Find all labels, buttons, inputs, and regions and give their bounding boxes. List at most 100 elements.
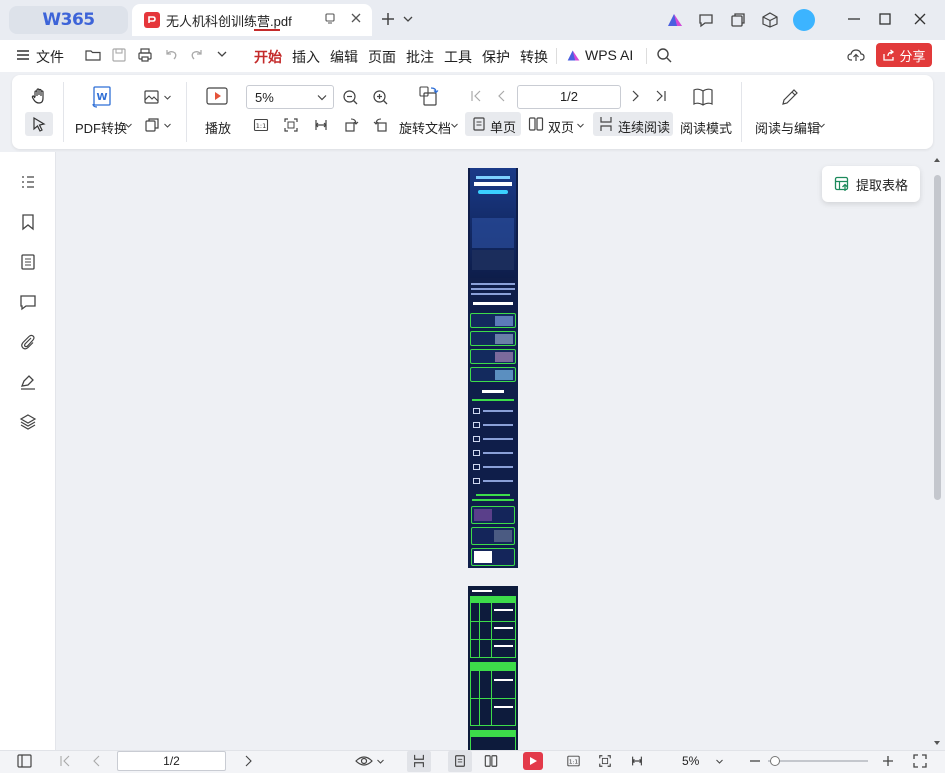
chat-icon[interactable]: [697, 11, 715, 29]
eye-protection-icon[interactable]: [355, 754, 373, 768]
document-page-2[interactable]: [468, 586, 518, 754]
window-copy-icon[interactable]: [729, 11, 747, 29]
zoom-select[interactable]: 5%: [246, 85, 334, 109]
menu-page[interactable]: 页面: [368, 47, 396, 67]
minimize-window-icon[interactable]: [846, 11, 862, 27]
image-convert-chevron-icon[interactable]: [164, 95, 171, 100]
zoom-slider-knob[interactable]: [770, 756, 780, 766]
status-single-page-icon[interactable]: [453, 754, 467, 768]
document-tab[interactable]: 无人机科创训练营.pdf: [132, 4, 372, 36]
minimize-tab-icon[interactable]: [324, 12, 336, 24]
eye-protection-chevron-icon[interactable]: [377, 759, 384, 764]
menu-file[interactable]: 文件: [36, 47, 64, 67]
status-fit-width-icon[interactable]: [630, 754, 644, 768]
hand-tool-icon[interactable]: [30, 87, 48, 105]
read-mode-label[interactable]: 阅读模式: [680, 118, 732, 137]
redo-icon[interactable]: [189, 47, 205, 63]
scroll-up-arrow-icon[interactable]: [933, 157, 941, 163]
status-previous-page-icon[interactable]: [91, 755, 103, 767]
previous-page-icon[interactable]: [495, 89, 509, 103]
layers-icon[interactable]: [18, 412, 38, 432]
open-folder-icon[interactable]: [85, 47, 101, 63]
menu-protect[interactable]: 保护: [482, 47, 510, 67]
copy-pages-icon[interactable]: [143, 116, 161, 134]
last-page-icon[interactable]: [654, 89, 668, 103]
double-page-label[interactable]: 双页: [548, 117, 574, 136]
double-page-icon[interactable]: [528, 116, 544, 132]
menu-convert[interactable]: 转换: [520, 47, 548, 67]
status-double-page-icon[interactable]: [484, 754, 498, 768]
menu-wps-ai[interactable]: WPS AI: [585, 47, 633, 63]
save-icon[interactable]: [111, 47, 127, 63]
status-zoom-out-icon[interactable]: [748, 754, 762, 768]
outline-list-icon[interactable]: [18, 172, 38, 192]
pdf-convert-chevron-icon[interactable]: [125, 123, 132, 128]
status-zoom-chevron-icon[interactable]: [716, 759, 723, 764]
rotate-document-icon[interactable]: [418, 85, 440, 107]
image-convert-icon[interactable]: [143, 88, 161, 106]
bookmark-icon[interactable]: [18, 212, 38, 232]
status-play-button[interactable]: [523, 752, 543, 770]
zoom-in-icon[interactable]: [372, 89, 389, 106]
signature-pen-icon[interactable]: [18, 372, 38, 392]
quick-access-chevron-icon[interactable]: [217, 50, 227, 58]
read-edit-chevron-icon[interactable]: [818, 123, 825, 128]
menu-insert[interactable]: 插入: [292, 47, 320, 67]
status-actual-size-icon[interactable]: 1:1: [566, 754, 581, 768]
zoom-slider-track[interactable]: [768, 760, 868, 762]
play-icon[interactable]: [206, 87, 228, 107]
thumbnail-icon[interactable]: [18, 252, 38, 272]
single-page-label[interactable]: 单页: [490, 117, 516, 136]
fit-width-icon[interactable]: [313, 117, 329, 133]
status-page-input[interactable]: 1/2: [117, 751, 226, 771]
scrollbar-thumb[interactable]: [934, 175, 941, 500]
close-window-icon[interactable]: [912, 11, 928, 27]
maximize-window-icon[interactable]: [877, 11, 893, 27]
status-continuous-read-icon[interactable]: [412, 754, 426, 768]
rotate-document-label[interactable]: 旋转文档: [399, 118, 451, 137]
document-page-1[interactable]: [468, 168, 518, 568]
new-tab-icon[interactable]: [380, 11, 396, 27]
tab-list-chevron-icon[interactable]: [403, 15, 413, 23]
share-button[interactable]: 分享: [876, 43, 932, 67]
scroll-down-arrow-icon[interactable]: [933, 740, 941, 746]
menu-tools[interactable]: 工具: [444, 47, 472, 67]
comment-icon[interactable]: [18, 292, 38, 312]
fit-page-icon[interactable]: [283, 117, 299, 133]
rotate-left-icon[interactable]: [343, 117, 359, 133]
menu-edit[interactable]: 编辑: [330, 47, 358, 67]
read-edit-label[interactable]: 阅读与编辑: [755, 118, 820, 137]
status-zoom-in-icon[interactable]: [881, 754, 895, 768]
menu-start[interactable]: 开始: [254, 47, 282, 67]
cube-icon[interactable]: [761, 11, 779, 29]
rotate-right-icon[interactable]: [373, 117, 389, 133]
search-icon[interactable]: [656, 47, 673, 64]
page-number-input[interactable]: 1/2: [517, 85, 621, 109]
menu-annotate[interactable]: 批注: [406, 47, 434, 67]
continuous-read-icon[interactable]: [598, 116, 614, 132]
attachment-icon[interactable]: [18, 332, 38, 352]
copy-pages-chevron-icon[interactable]: [164, 123, 171, 128]
double-page-chevron-icon[interactable]: [577, 123, 584, 128]
read-edit-pencil-icon[interactable]: [779, 86, 801, 108]
continuous-read-label[interactable]: 连续阅读: [618, 117, 670, 136]
rotate-document-chevron-icon[interactable]: [451, 123, 458, 128]
undo-icon[interactable]: [163, 47, 179, 63]
wps-ai-logo-icon[interactable]: [666, 11, 684, 29]
status-fit-page-icon[interactable]: [598, 754, 612, 768]
print-icon[interactable]: [137, 47, 153, 63]
zoom-out-icon[interactable]: [342, 89, 359, 106]
status-first-page-icon[interactable]: [59, 755, 71, 767]
first-page-icon[interactable]: [469, 89, 483, 103]
home-tab[interactable]: W365: [9, 6, 128, 34]
actual-size-icon[interactable]: 1:1: [253, 117, 269, 133]
single-page-icon[interactable]: [471, 116, 487, 132]
read-mode-book-icon[interactable]: [692, 86, 714, 108]
pdf-to-word-icon[interactable]: W: [91, 85, 113, 109]
play-label[interactable]: 播放: [205, 118, 231, 137]
close-tab-icon[interactable]: [350, 12, 362, 24]
hamburger-menu-icon[interactable]: [16, 48, 30, 62]
cloud-upload-icon[interactable]: [847, 47, 865, 63]
select-cursor-icon[interactable]: [31, 116, 47, 132]
extract-table-button[interactable]: 提取表格: [822, 166, 920, 202]
